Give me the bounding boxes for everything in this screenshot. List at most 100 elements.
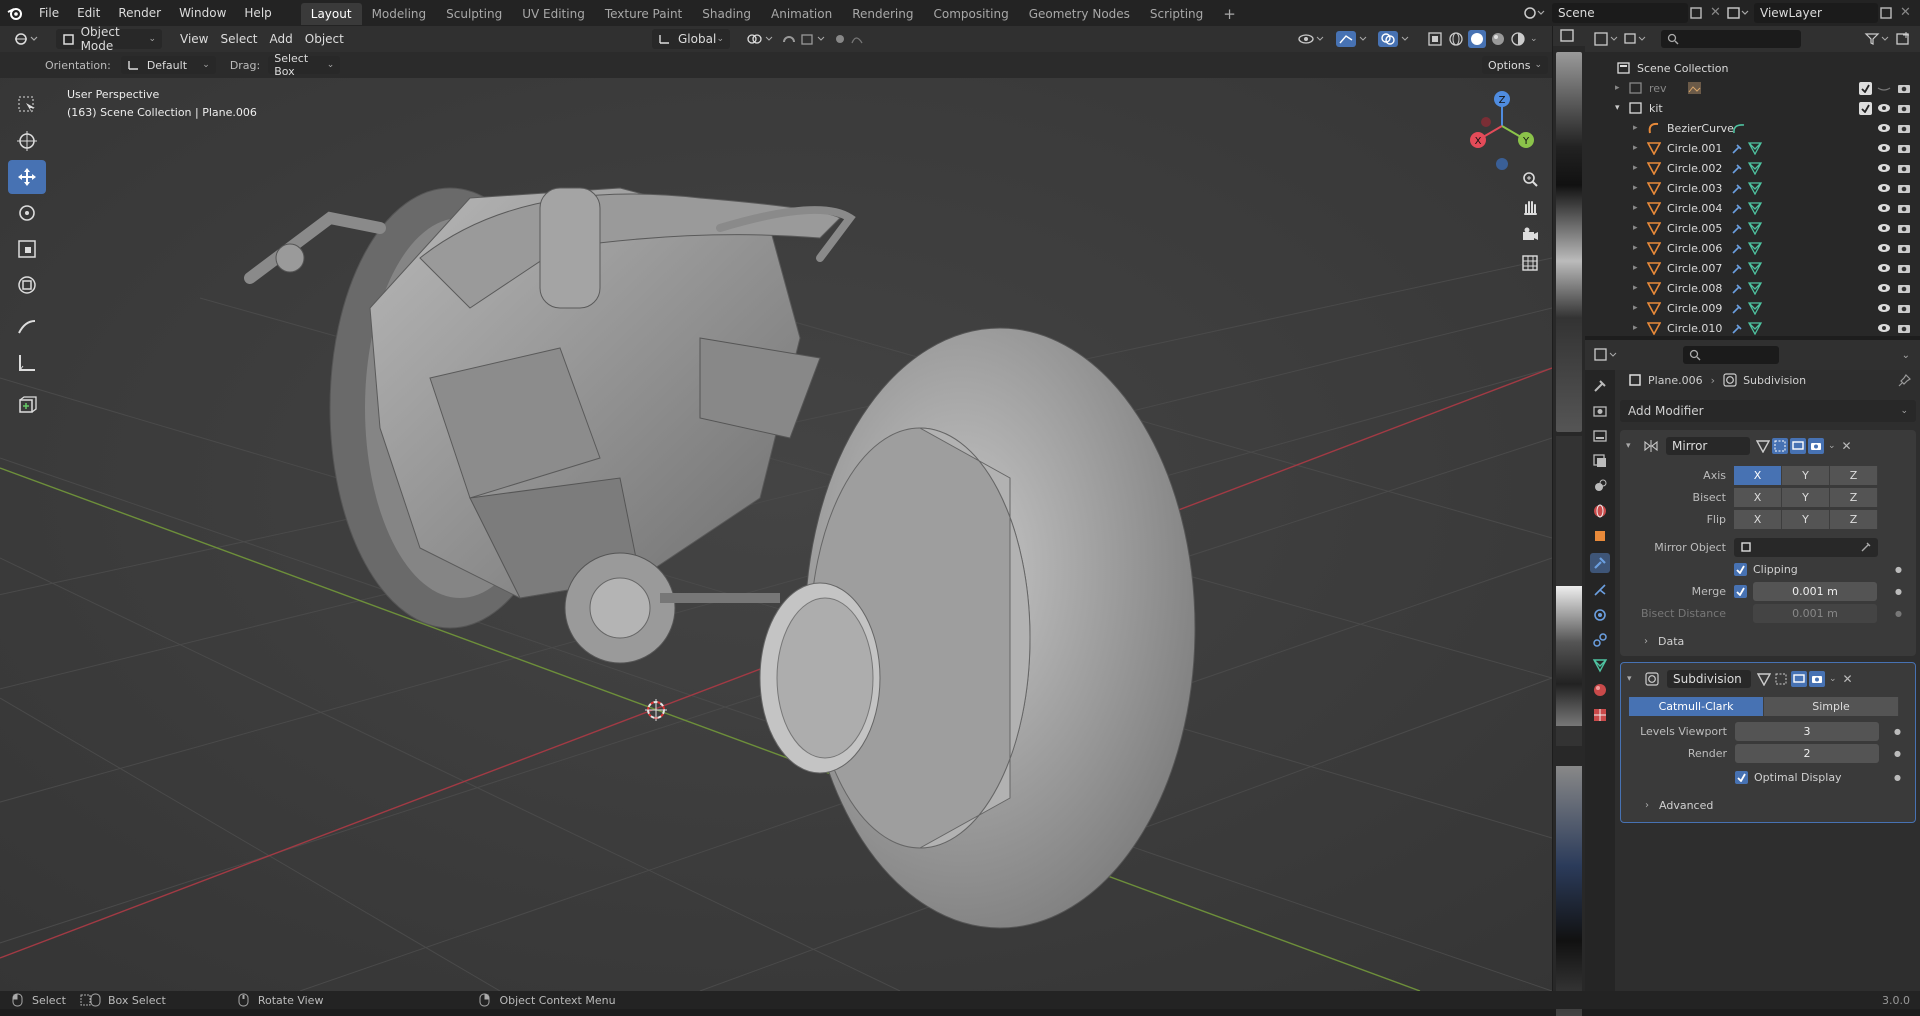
render-tab-icon[interactable]: [1592, 403, 1608, 419]
scene-tab-icon[interactable]: [1592, 478, 1608, 494]
keyframe-dot-icon[interactable]: ●: [1895, 565, 1902, 574]
outliner-row-circle-003[interactable]: ▸ Circle.003: [1585, 178, 1920, 198]
eye-icon[interactable]: [1877, 222, 1891, 234]
new-collection-icon[interactable]: [1894, 31, 1916, 47]
camera-render-icon[interactable]: [1897, 162, 1911, 174]
3d-cursor-icon[interactable]: [645, 699, 667, 721]
camera-render-icon[interactable]: [1897, 322, 1911, 334]
physics-tab-icon[interactable]: [1592, 607, 1608, 623]
tab-modeling[interactable]: Modeling: [362, 3, 437, 25]
menu-edit[interactable]: Edit: [68, 0, 109, 26]
bisect-z-toggle[interactable]: Z: [1830, 487, 1878, 507]
outliner-row-circle-008[interactable]: ▸ Circle.008: [1585, 278, 1920, 298]
modifier-and-mesh-data-icons[interactable]: [1731, 181, 1765, 195]
tab-uv-editing[interactable]: UV Editing: [512, 3, 595, 25]
expand-arrow-icon[interactable]: ▸: [1633, 123, 1647, 133]
tab-sculpting[interactable]: Sculpting: [436, 3, 512, 25]
subdivision-name-field[interactable]: Subdivision: [1667, 670, 1751, 688]
expand-arrow-icon[interactable]: ▸: [1633, 183, 1647, 193]
material-shading-icon[interactable]: [1490, 31, 1506, 47]
cage-toggle-icon[interactable]: [1772, 438, 1788, 454]
outliner-search-input[interactable]: [1661, 30, 1801, 48]
object-tab-icon[interactable]: [1592, 528, 1608, 544]
menu-view[interactable]: View: [174, 29, 214, 49]
chevron-down-icon[interactable]: ⌄: [1828, 441, 1836, 451]
keyframe-dot-icon[interactable]: ●: [1894, 749, 1901, 758]
editor-type-icon[interactable]: [8, 29, 46, 49]
outliner-row-circle-004[interactable]: ▸ Circle.004: [1585, 198, 1920, 218]
eye-icon[interactable]: [1877, 242, 1891, 254]
keyframe-dot-icon[interactable]: ●: [1894, 727, 1901, 736]
tab-geometry-nodes[interactable]: Geometry Nodes: [1019, 3, 1140, 25]
filter-icon[interactable]: [1864, 31, 1894, 47]
outliner-row-circle-002[interactable]: ▸ Circle.002: [1585, 158, 1920, 178]
edit-mode-toggle-icon[interactable]: [1757, 672, 1771, 686]
viewport-toggle-icon[interactable]: [1791, 671, 1807, 687]
outliner-row-beziercurve[interactable]: ▸ BezierCurve: [1585, 118, 1920, 138]
collapse-arrow-icon[interactable]: ▾: [1626, 441, 1638, 451]
outliner-row-kit[interactable]: ▾ kit: [1585, 98, 1920, 118]
modifier-and-mesh-data-icons[interactable]: [1731, 281, 1765, 295]
orientation-dropdown[interactable]: Default ⌄: [120, 56, 216, 74]
options-dropdown[interactable]: Options ⌄: [1482, 56, 1548, 74]
zoom-icon[interactable]: [1518, 170, 1542, 198]
expand-arrow-icon[interactable]: ▸: [1633, 263, 1647, 273]
expand-arrow-icon[interactable]: ▸: [1633, 143, 1647, 153]
texture-tab-icon[interactable]: [1592, 707, 1608, 723]
remove-modifier-icon[interactable]: ✕: [1842, 439, 1852, 453]
constraints-tab-icon[interactable]: [1592, 632, 1608, 648]
menu-file[interactable]: File: [30, 0, 68, 26]
outliner-root[interactable]: Scene Collection: [1585, 58, 1920, 78]
expand-arrow-icon[interactable]: ▸: [1615, 83, 1629, 93]
3d-viewport[interactable]: User Perspective (163) Scene Collection …: [0, 78, 1552, 991]
advanced-subpanel[interactable]: › Advanced: [1627, 794, 1909, 816]
eye-icon[interactable]: [1877, 202, 1891, 214]
modifier-and-mesh-data-icons[interactable]: [1731, 321, 1765, 335]
keyframe-dot-icon[interactable]: ●: [1895, 609, 1902, 618]
clipping-checkbox[interactable]: [1734, 562, 1747, 576]
render-toggle-icon[interactable]: [1808, 438, 1824, 454]
camera-view-icon[interactable]: [1518, 226, 1542, 254]
bisect-x-toggle[interactable]: X: [1734, 487, 1782, 507]
perspective-toggle-icon[interactable]: [1518, 254, 1542, 282]
tool-tab-icon[interactable]: [1592, 378, 1608, 394]
levels-viewport-field[interactable]: 3: [1735, 721, 1879, 741]
tab-layout[interactable]: Layout: [300, 3, 362, 25]
menu-render[interactable]: Render: [109, 0, 170, 26]
wireframe-shading-icon[interactable]: [1448, 31, 1464, 47]
rotate-tool[interactable]: [8, 196, 46, 230]
display-mode-icon[interactable]: [1623, 31, 1653, 47]
modifier-and-mesh-data-icons[interactable]: [1731, 221, 1765, 235]
new-scene-icon[interactable]: [1688, 5, 1710, 21]
data-tab-icon[interactable]: [1592, 657, 1608, 673]
data-subpanel[interactable]: › Data: [1626, 630, 1910, 652]
menu-help[interactable]: Help: [235, 0, 280, 26]
bisect-y-toggle[interactable]: Y: [1782, 487, 1830, 507]
chevron-down-icon[interactable]: ⌄: [1829, 674, 1837, 684]
flip-z-toggle[interactable]: Z: [1830, 509, 1878, 529]
flip-y-toggle[interactable]: Y: [1782, 509, 1830, 529]
eye-icon[interactable]: [1877, 142, 1891, 154]
gizmo-toggle-icon[interactable]: [1330, 29, 1376, 49]
eye-icon[interactable]: [1877, 162, 1891, 174]
camera-render-icon[interactable]: [1897, 122, 1911, 134]
new-view-layer-icon[interactable]: [1878, 5, 1898, 21]
collapse-arrow-icon[interactable]: ▾: [1615, 103, 1629, 113]
scene-selector-icon[interactable]: [1524, 3, 1550, 23]
edit-mode-toggle-icon[interactable]: [1756, 439, 1770, 453]
expand-arrow-icon[interactable]: ▸: [1633, 303, 1647, 313]
axis-x-toggle[interactable]: X: [1734, 465, 1782, 485]
eye-hidden-icon[interactable]: [1877, 83, 1891, 93]
camera-render-icon[interactable]: [1897, 262, 1911, 274]
tab-shading[interactable]: Shading: [692, 3, 761, 25]
world-tab-icon[interactable]: [1592, 503, 1608, 519]
pan-hand-icon[interactable]: [1518, 198, 1542, 226]
measure-tool[interactable]: [8, 346, 46, 380]
camera-render-icon[interactable]: [1897, 222, 1911, 234]
cursor-tool[interactable]: [8, 124, 46, 158]
tab-compositing[interactable]: Compositing: [923, 3, 1018, 25]
camera-render-icon[interactable]: [1897, 202, 1911, 214]
eyedropper-icon[interactable]: [1860, 541, 1872, 553]
annotate-tool[interactable]: [8, 310, 46, 344]
keyframe-dot-icon[interactable]: ●: [1894, 773, 1901, 782]
